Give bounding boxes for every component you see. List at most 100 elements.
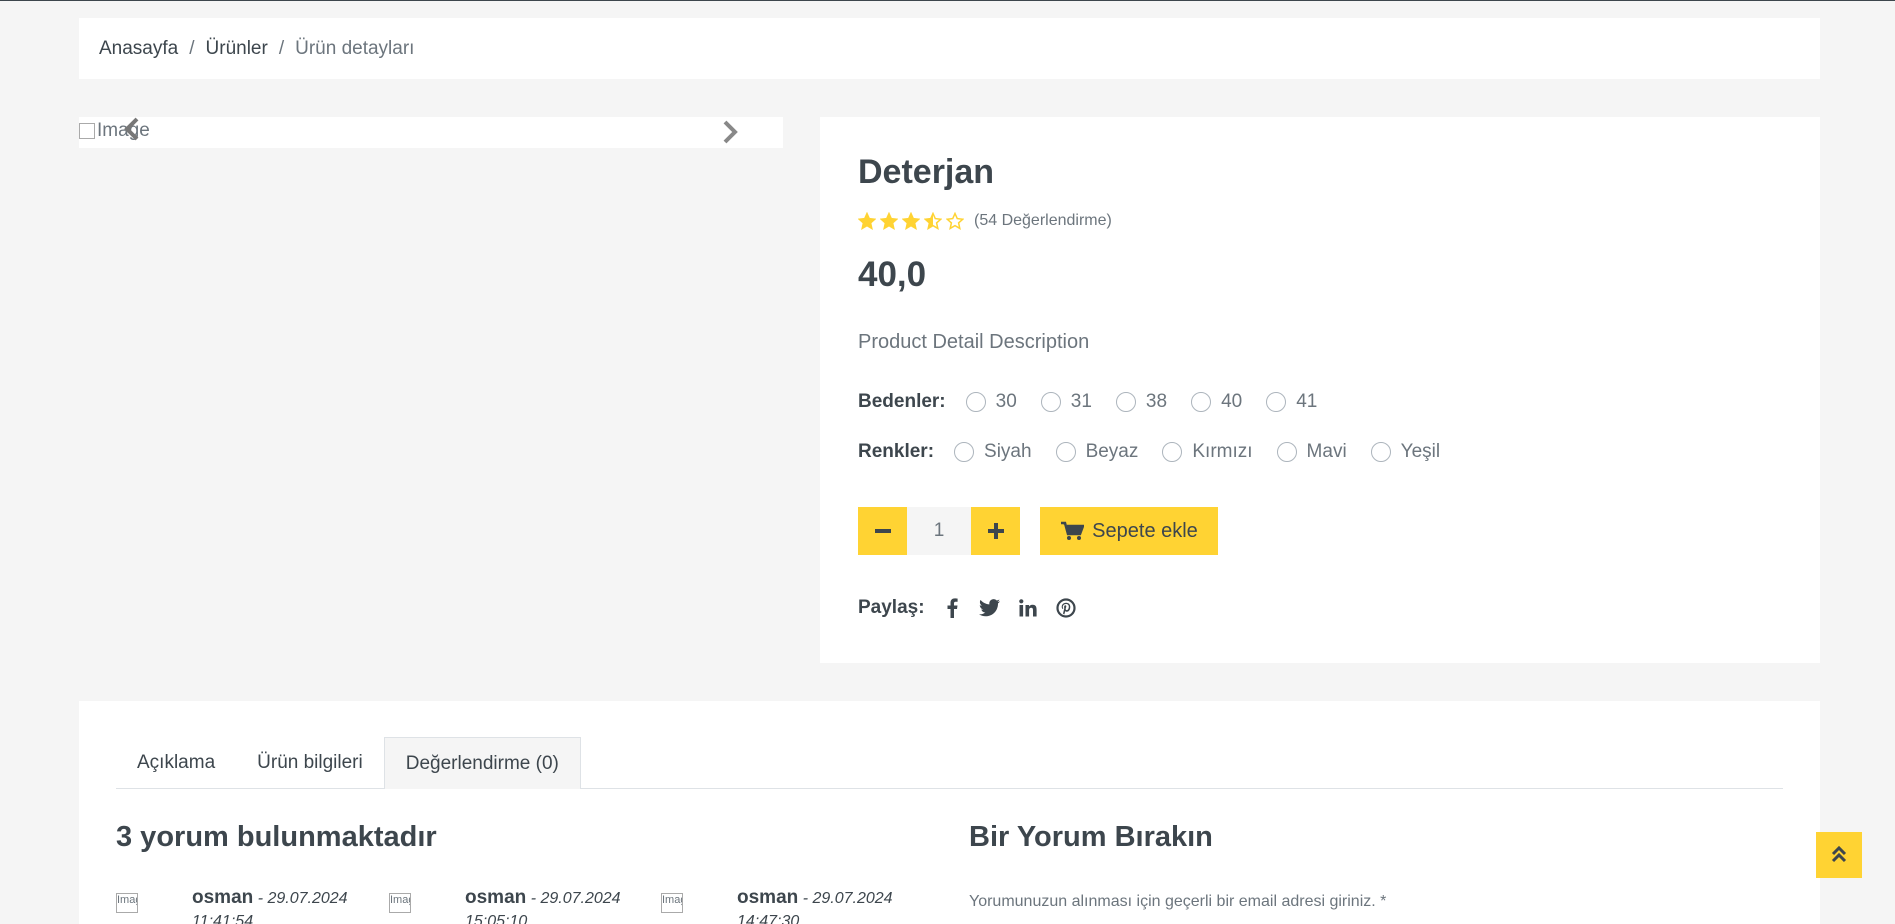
plus-icon [987,523,1004,539]
facebook-icon[interactable] [941,597,963,619]
color-option-label: Beyaz [1085,441,1139,462]
size-radio[interactable] [1191,392,1212,412]
chevron-left-icon [124,117,139,141]
color-option-label: Mavi [1306,441,1347,462]
size-options: Bedenler: 30 31 38 40 41 [858,391,1341,413]
review-date: - 29.07.2024 [802,890,893,907]
reviewer-name: osman [465,887,527,908]
rating-count: (54 Değerlendirme) [974,212,1112,229]
shopping-cart-icon [1061,521,1085,540]
review-time: 15:05:10 [465,913,528,924]
quantity-stepper: 1 [858,507,1020,555]
star-full-icon [880,212,898,230]
size-radio[interactable] [1115,392,1136,412]
reviewer-name: osman [737,887,799,908]
color-radio[interactable] [1162,442,1183,462]
color-radio[interactable] [954,442,975,462]
size-option-label: 40 [1221,391,1243,412]
color-radio[interactable] [1276,442,1297,462]
reviewer-avatar: Image [116,893,138,913]
breadcrumb-separator: / [189,37,195,59]
reviews-count-title: 3 yorum bulunmaktadır [116,821,437,853]
rating-stars [858,212,964,230]
star-half-icon [924,212,942,230]
colors-label: Renkler: [858,441,935,462]
size-option[interactable]: 40 [1191,391,1242,413]
color-option-label: Yeşil [1400,441,1441,462]
breadcrumb-home-link[interactable]: Anasayfa [99,38,178,60]
tab-description[interactable]: Açıklama [116,737,236,789]
carousel-prev-button[interactable] [117,117,147,141]
size-radio-group: 30 31 38 40 41 [965,391,1342,413]
color-option[interactable]: Mavi [1276,441,1347,463]
twitter-icon[interactable] [978,597,1001,619]
product-image-carousel: Image [79,117,783,148]
size-option[interactable]: 38 [1115,391,1168,413]
color-option[interactable]: Yeşil [1370,441,1441,463]
product-tabs-section: Açıklama Ürün bilgileri Değerlendirme (0… [79,701,1820,924]
breadcrumb-separator: / [278,37,285,59]
color-options: Renkler: Siyah Beyaz Kırmızı Mavi Yeşil [858,441,1464,463]
product-title: Deterjan [858,153,995,191]
review-date: - 29.07.2024 [257,890,348,907]
review-item: Image osman - 29.07.202414:47:30 [661,887,893,924]
review-item: Image osman - 29.07.202415:05:10 [389,887,621,924]
size-option-label: 41 [1296,391,1318,412]
review-date: - 29.07.2024 [530,890,621,907]
tab-product-info[interactable]: Ürün bilgileri [236,737,384,789]
pinterest-icon[interactable] [1055,597,1077,619]
size-option[interactable]: 41 [1266,391,1317,413]
breadcrumb-current: Ürün detayları [295,37,415,59]
reviewer-avatar: Image [661,893,683,913]
increase-quantity-button[interactable] [971,507,1020,555]
tab-bar: Açıklama Ürün bilgileri Değerlendirme (0… [116,737,1783,789]
product-rating: (54 Değerlendirme) [858,212,1112,230]
reviewer-avatar: Image [389,893,411,913]
leave-review-title: Bir Yorum Bırakın [969,821,1213,853]
review-time: 14:47:30 [737,913,800,924]
chevron-right-icon [723,120,738,144]
carousel-next-button[interactable] [715,118,745,148]
breadcrumb-products-link[interactable]: Ürünler [206,38,268,60]
star-full-icon [858,212,876,230]
back-to-top-button[interactable] [1816,832,1862,878]
size-option-label: 30 [995,391,1017,412]
sizes-label: Bedenler: [858,391,946,412]
color-option[interactable]: Kırmızı [1162,441,1253,463]
broken-image-icon [79,123,95,139]
minus-icon [874,529,891,533]
review-time: 11:41:54 [192,913,254,924]
size-option[interactable]: 30 [965,391,1017,413]
color-option-label: Siyah [984,441,1032,462]
product-description: Product Detail Description [858,331,1090,353]
add-to-cart-button[interactable]: Sepete ekle [1040,507,1218,555]
add-to-cart-label: Sepete ekle [1092,519,1198,542]
share-label: Paylaş: [858,597,925,618]
size-radio[interactable] [965,392,986,412]
size-option-label: 38 [1145,391,1168,412]
double-chevron-up-icon [1831,845,1847,863]
tab-reviews[interactable]: Değerlendirme (0) [383,737,581,789]
color-radio-group: Siyah Beyaz Kırmızı Mavi Yeşil [954,441,1464,463]
product-price: 40,0 [858,255,927,294]
product-detail-panel: Deterjan (54 Değerlendirme) 40,0 Product… [820,117,1820,663]
reviewer-name: osman [192,887,254,908]
star-full-icon [902,212,920,230]
star-empty-icon [946,212,964,230]
size-option[interactable]: 31 [1040,391,1092,413]
breadcrumb: Anasayfa / Ürünler / Ürün detayları [79,18,1820,79]
quantity-input[interactable]: 1 [907,507,971,555]
color-radio[interactable] [1370,442,1391,462]
color-option[interactable]: Beyaz [1055,441,1139,463]
decrease-quantity-button[interactable] [858,507,907,555]
share-row: Paylaş: [858,597,1093,619]
review-item: Image osman - 29.07.202411:41:54 [116,887,348,924]
color-radio[interactable] [1055,442,1076,462]
size-option-label: 31 [1070,391,1092,412]
size-radio[interactable] [1040,392,1061,412]
color-option[interactable]: Siyah [954,441,1032,463]
linkedin-icon[interactable] [1017,597,1039,619]
color-option-label: Kırmızı [1192,441,1253,462]
leave-review-note: Yorumunuzun alınması için geçerli bir em… [969,893,1387,910]
size-radio[interactable] [1266,392,1287,412]
